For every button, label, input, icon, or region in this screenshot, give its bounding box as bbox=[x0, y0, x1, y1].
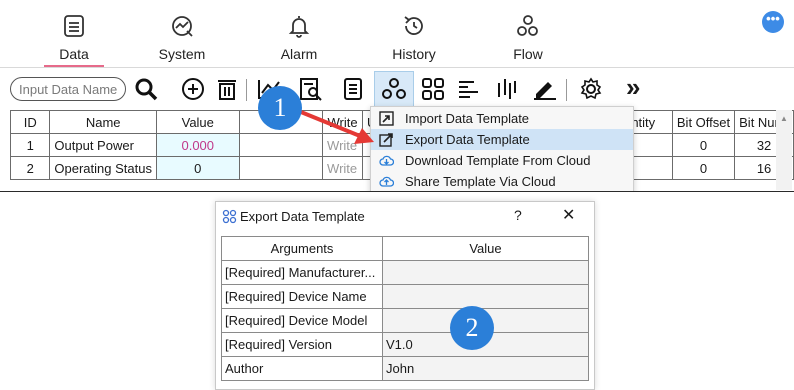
menu-item-label: Share Template Via Cloud bbox=[405, 174, 556, 189]
close-button[interactable]: ✕ bbox=[562, 205, 575, 225]
col-header-value: Value bbox=[382, 236, 589, 261]
argument-name: [Required] Manufacturer... bbox=[221, 260, 383, 285]
table-row[interactable]: [Required] Version V1.0 bbox=[221, 332, 589, 357]
toolbar-separator bbox=[246, 79, 247, 101]
tab-history[interactable]: History bbox=[384, 0, 444, 66]
argument-name: [Required] Version bbox=[221, 332, 383, 357]
cell-bit-offset: 0 bbox=[671, 133, 736, 157]
add-icon[interactable] bbox=[180, 77, 206, 101]
argument-value-input[interactable] bbox=[382, 284, 589, 309]
tab-flow-label: Flow bbox=[513, 46, 543, 62]
cloud-download-icon bbox=[379, 155, 394, 166]
export-template-dialog: Export Data Template ? ✕ Arguments Value… bbox=[215, 201, 595, 390]
align-left-icon[interactable] bbox=[456, 77, 482, 101]
edit-icon[interactable] bbox=[532, 77, 558, 101]
import-icon bbox=[379, 111, 394, 126]
table-row[interactable]: [Required] Device Model bbox=[221, 308, 589, 333]
history-icon bbox=[404, 16, 423, 35]
align-center-icon[interactable] bbox=[494, 77, 520, 101]
write-button[interactable]: Write bbox=[322, 156, 363, 180]
template-dropdown-menu: Import Data Template Export Data Templat… bbox=[370, 106, 634, 194]
menu-item-label: Import Data Template bbox=[405, 111, 530, 126]
annotation-arrow bbox=[295, 108, 374, 144]
tab-history-label: History bbox=[392, 46, 436, 62]
cell-id: 2 bbox=[9, 156, 51, 180]
table-row[interactable]: [Required] Device Name bbox=[221, 284, 589, 309]
step-badge-1: 1 bbox=[258, 86, 302, 130]
data-search-icon[interactable] bbox=[298, 77, 324, 101]
bell-icon bbox=[288, 16, 310, 38]
tab-data[interactable]: Data bbox=[44, 0, 104, 67]
document-icon[interactable] bbox=[340, 77, 366, 101]
template-menu-button[interactable] bbox=[374, 71, 414, 107]
delete-icon[interactable] bbox=[214, 77, 240, 101]
col-header-arguments: Arguments bbox=[221, 236, 383, 261]
tab-flow[interactable]: Flow bbox=[506, 0, 550, 66]
template-icon bbox=[222, 209, 237, 224]
cell-name[interactable]: Output Power bbox=[49, 133, 157, 157]
template-icon bbox=[382, 78, 406, 99]
dialog-title: Export Data Template bbox=[240, 209, 365, 224]
menu-item-label: Export Data Template bbox=[405, 132, 530, 147]
step-badge-2: 2 bbox=[450, 306, 494, 350]
cell-bit-offset: 0 bbox=[671, 156, 736, 180]
cell-value[interactable]: 0.000 bbox=[155, 133, 240, 157]
nav-divider bbox=[0, 67, 794, 68]
expand-more-button[interactable]: » bbox=[626, 73, 640, 101]
tab-alarm[interactable]: Alarm bbox=[272, 0, 326, 66]
table-row[interactable]: [Required] Manufacturer... bbox=[221, 260, 589, 285]
cell-value[interactable]: 0 bbox=[155, 156, 240, 180]
menu-item-export-template[interactable]: Export Data Template bbox=[371, 129, 633, 150]
menu-item-download-cloud[interactable]: Download Template From Cloud bbox=[371, 150, 633, 171]
flow-icon bbox=[517, 15, 538, 36]
menu-item-label: Download Template From Cloud bbox=[405, 153, 591, 168]
argument-name: [Required] Device Name bbox=[221, 284, 383, 309]
top-nav: Data System Alarm History Flow ••• bbox=[0, 0, 794, 68]
table-header-row: Arguments Value bbox=[221, 236, 589, 261]
table-scrollbar[interactable]: ▲ bbox=[776, 110, 792, 190]
cell-id: 1 bbox=[9, 133, 51, 157]
cell-blank bbox=[238, 156, 324, 180]
argument-value-input[interactable]: John bbox=[382, 356, 589, 381]
tab-system-label: System bbox=[158, 46, 206, 62]
arguments-table: Arguments Value [Required] Manufacturer.… bbox=[221, 236, 589, 381]
cell-name[interactable]: Operating Status bbox=[49, 156, 157, 180]
tab-data-label: Data bbox=[59, 46, 89, 62]
grid-icon[interactable] bbox=[420, 77, 446, 101]
argument-name: Author bbox=[221, 356, 383, 381]
menu-item-share-cloud[interactable]: Share Template Via Cloud bbox=[371, 171, 633, 192]
more-options-button[interactable]: ••• bbox=[762, 11, 784, 33]
argument-name: [Required] Device Model bbox=[221, 308, 383, 333]
system-icon bbox=[172, 16, 193, 37]
export-icon bbox=[379, 133, 393, 147]
argument-value-input[interactable] bbox=[382, 260, 589, 285]
cloud-share-icon bbox=[379, 176, 394, 187]
tab-alarm-label: Alarm bbox=[280, 46, 318, 62]
col-header-name[interactable]: Name bbox=[49, 110, 157, 134]
toolbar: » bbox=[0, 69, 794, 109]
col-header-id[interactable]: ID bbox=[9, 110, 51, 134]
table-row[interactable]: Author John bbox=[221, 356, 589, 381]
search-icon[interactable] bbox=[134, 77, 160, 101]
help-button[interactable]: ? bbox=[514, 207, 522, 223]
scroll-up-icon[interactable]: ▲ bbox=[780, 114, 788, 123]
data-icon bbox=[64, 15, 84, 37]
col-header-value[interactable]: Value bbox=[155, 110, 240, 134]
search-input[interactable] bbox=[10, 77, 126, 101]
gear-icon[interactable] bbox=[578, 77, 604, 101]
tab-system[interactable]: System bbox=[152, 0, 212, 66]
menu-item-import-template[interactable]: Import Data Template bbox=[371, 108, 633, 129]
col-header-bit-offset[interactable]: Bit Offset bbox=[671, 110, 736, 134]
toolbar-separator bbox=[566, 79, 567, 101]
